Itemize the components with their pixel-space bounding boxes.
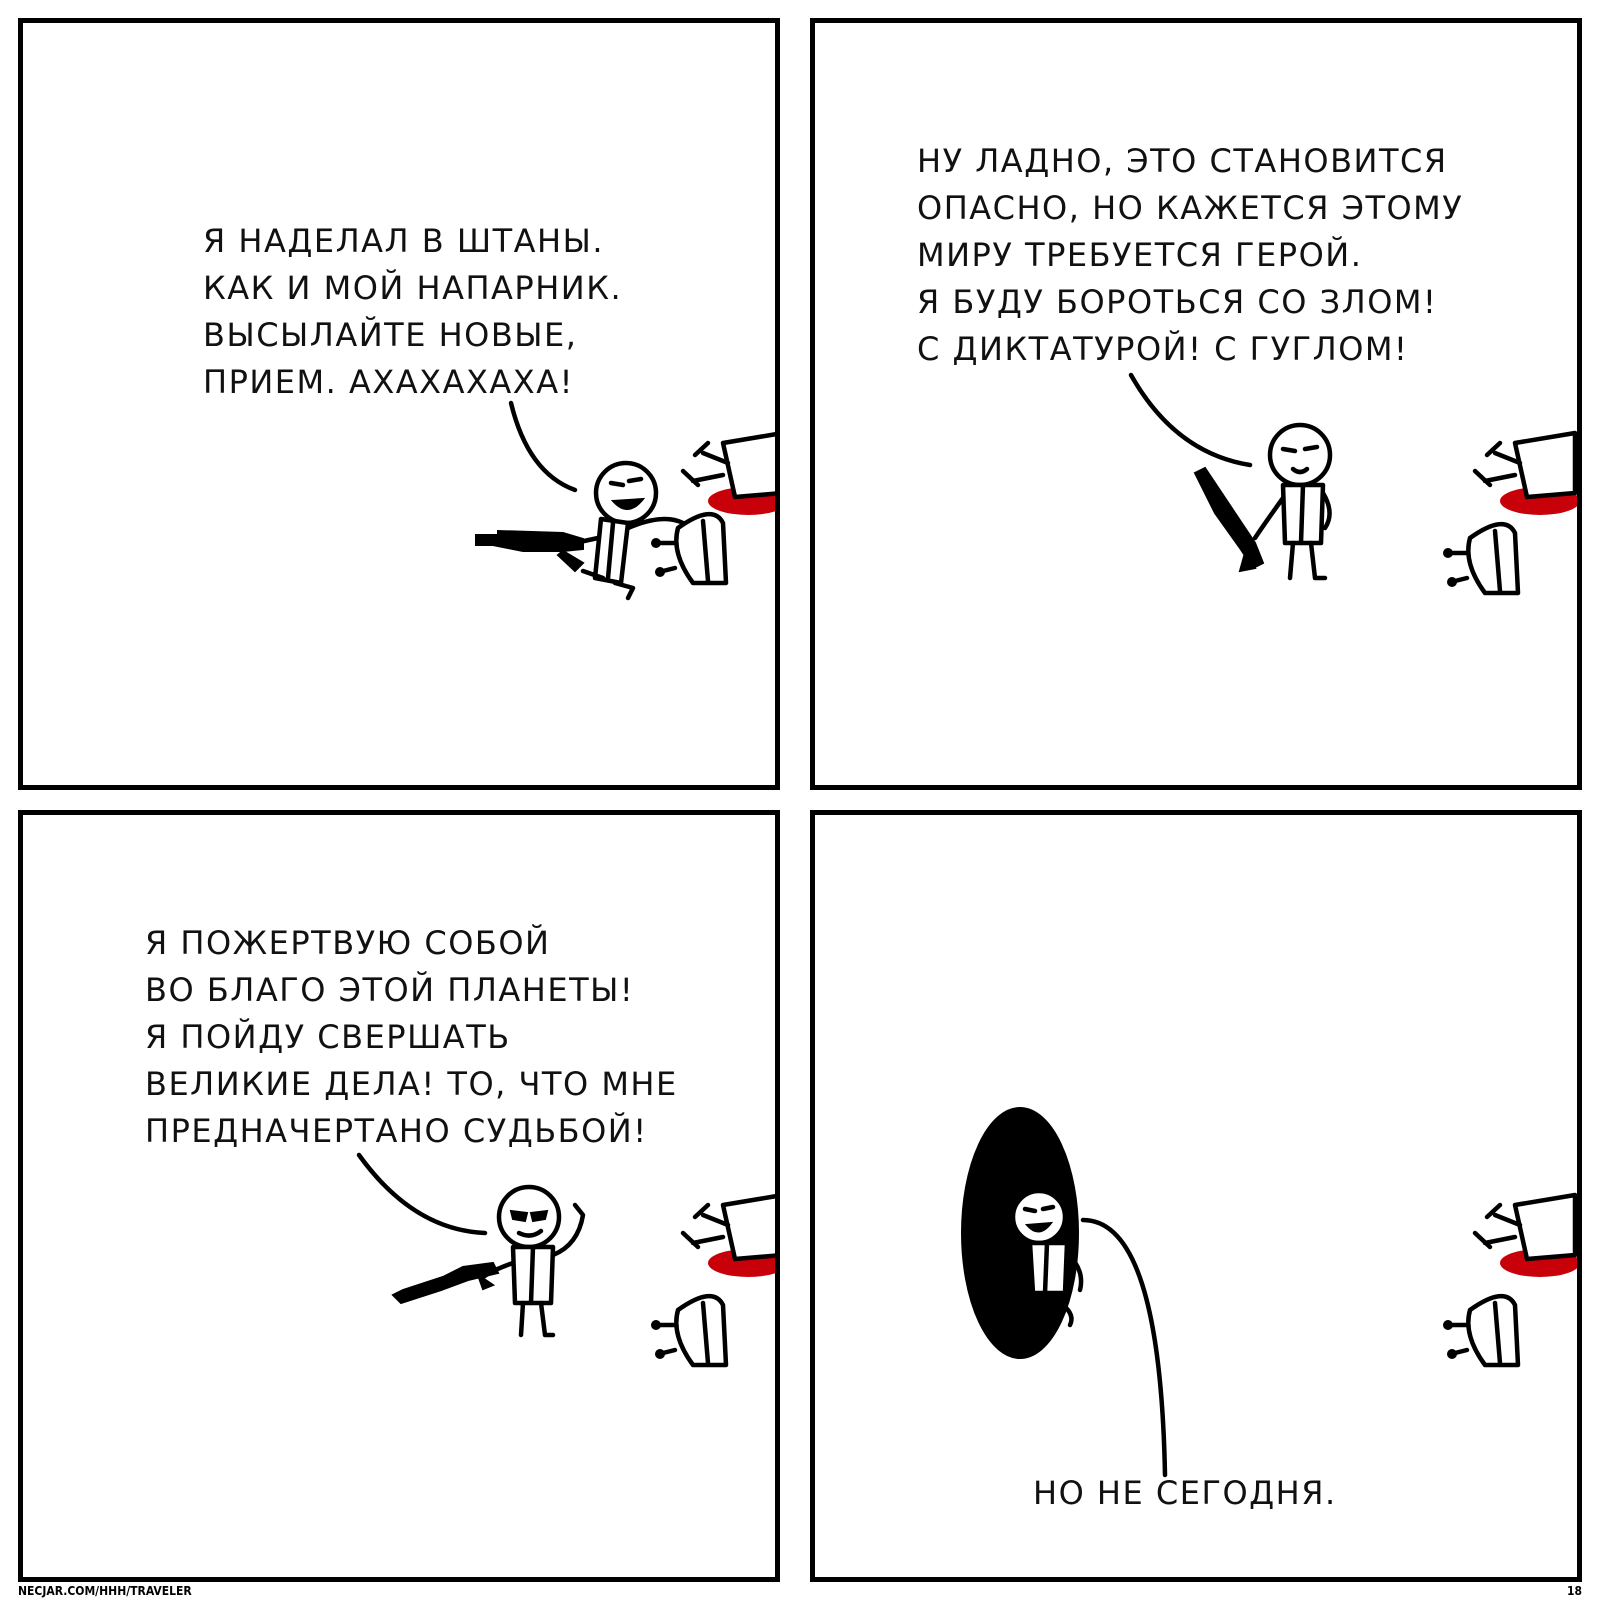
source-credit: NECJAR.COM/HHH/TRAVELER <box>18 1584 192 1598</box>
shotgun <box>391 1261 500 1305</box>
comic-panel-3: Я ПОЖЕРТВУЮ СОБОЙ ВО БЛАГО ЭТОЙ ПЛАНЕТЫ!… <box>18 810 780 1582</box>
dead-robot-upper <box>1472 430 1577 515</box>
dead-robot-lower <box>1443 1294 1521 1368</box>
shotgun <box>1193 466 1265 573</box>
stick-figure-serious <box>1252 422 1333 581</box>
panel-illustration <box>961 1107 1577 1478</box>
dead-robot-upper <box>680 432 775 515</box>
dead-robot-lower <box>1443 522 1521 596</box>
comic-panel-1: Я НАДЕЛАЛ В ШТАНЫ. КАК И МОЙ НАПАРНИК. В… <box>18 18 780 790</box>
dead-robot-lower <box>651 1294 729 1368</box>
shotgun <box>475 529 585 573</box>
panel-illustration <box>356 1152 775 1368</box>
stick-figure-heroic <box>480 1184 586 1338</box>
stick-figure-laughing <box>572 460 686 601</box>
dead-robot-lower <box>651 512 729 586</box>
page-number: 18 <box>1566 1584 1582 1598</box>
panel-illustration <box>475 400 775 601</box>
dead-robot-upper <box>680 1194 775 1277</box>
comic-panel-2: НУ ЛАДНО, ЭТО СТАНОВИТСЯ ОПАСНО, НО КАЖЕ… <box>810 18 1582 790</box>
panel-illustration <box>1128 372 1577 596</box>
comic-panel-4: НО НЕ СЕГОДНЯ. <box>810 810 1582 1582</box>
dead-robot-upper <box>1472 1192 1577 1277</box>
